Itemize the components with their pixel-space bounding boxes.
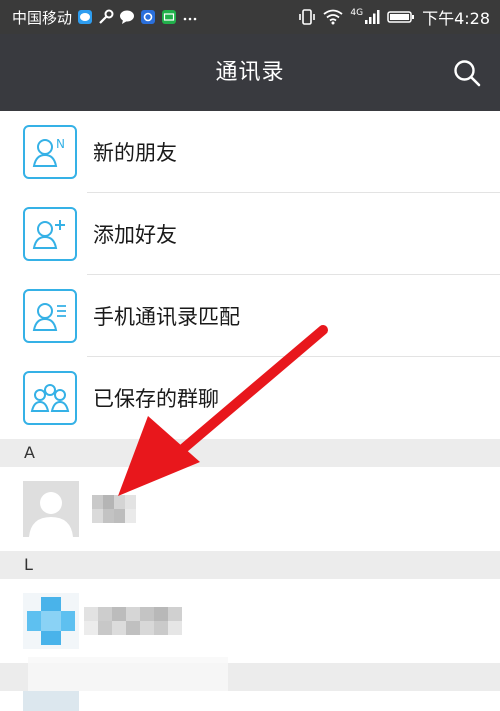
avatar [23,593,79,649]
header-bar: 通讯录 [0,34,500,111]
contacts-list: N 新的朋友 添加好友 手机通讯录匹配 已保存的群聊 A L [0,111,500,711]
contact-item[interactable] [0,691,500,711]
carrier-label: 中国移动 [12,8,73,27]
vibrate-icon [299,9,316,25]
network-type: 4G [350,8,364,18]
contact-item[interactable] [0,467,500,551]
message-icon [120,10,135,24]
new-friends-label: 新的朋友 [93,141,177,165]
phone-contacts-label: 手机通讯录匹配 [93,305,240,329]
key-icon [99,9,114,24]
status-bar: 中国移动 4G 下午4:28 [0,0,500,34]
signal-icon [365,10,380,24]
shield-icon [141,10,156,24]
section-header-a: A [0,439,500,467]
chat-bubble-icon [78,10,93,24]
phone-contacts-item[interactable]: 手机通讯录匹配 [0,275,500,357]
add-friend-label: 添加好友 [93,223,177,247]
wifi-icon [323,9,343,25]
search-icon[interactable] [452,58,482,88]
battery-icon [387,11,415,23]
add-friend-item[interactable]: 添加好友 [0,193,500,275]
svg-text:N: N [56,137,65,151]
section-header-partial [0,657,500,697]
contact-name-blurred [92,495,136,523]
saved-groups-item[interactable]: 已保存的群聊 [0,357,500,439]
avatar [23,481,79,537]
contact-item[interactable] [0,579,500,663]
add-friend-icon [23,207,77,261]
phone-contacts-icon [23,289,77,343]
saved-groups-label: 已保存的群聊 [93,387,219,411]
section-header-l: L [0,551,500,579]
group-chat-icon [23,371,77,425]
page-title: 通讯录 [215,60,285,85]
avatar [23,691,79,711]
contact-name-blurred [84,607,182,635]
status-time: 下午4:28 [422,9,490,28]
new-friend-icon: N [23,125,77,179]
more-dots-icon [183,17,197,21]
iqiyi-icon [162,10,177,24]
new-friends-item[interactable]: N 新的朋友 [0,111,500,193]
